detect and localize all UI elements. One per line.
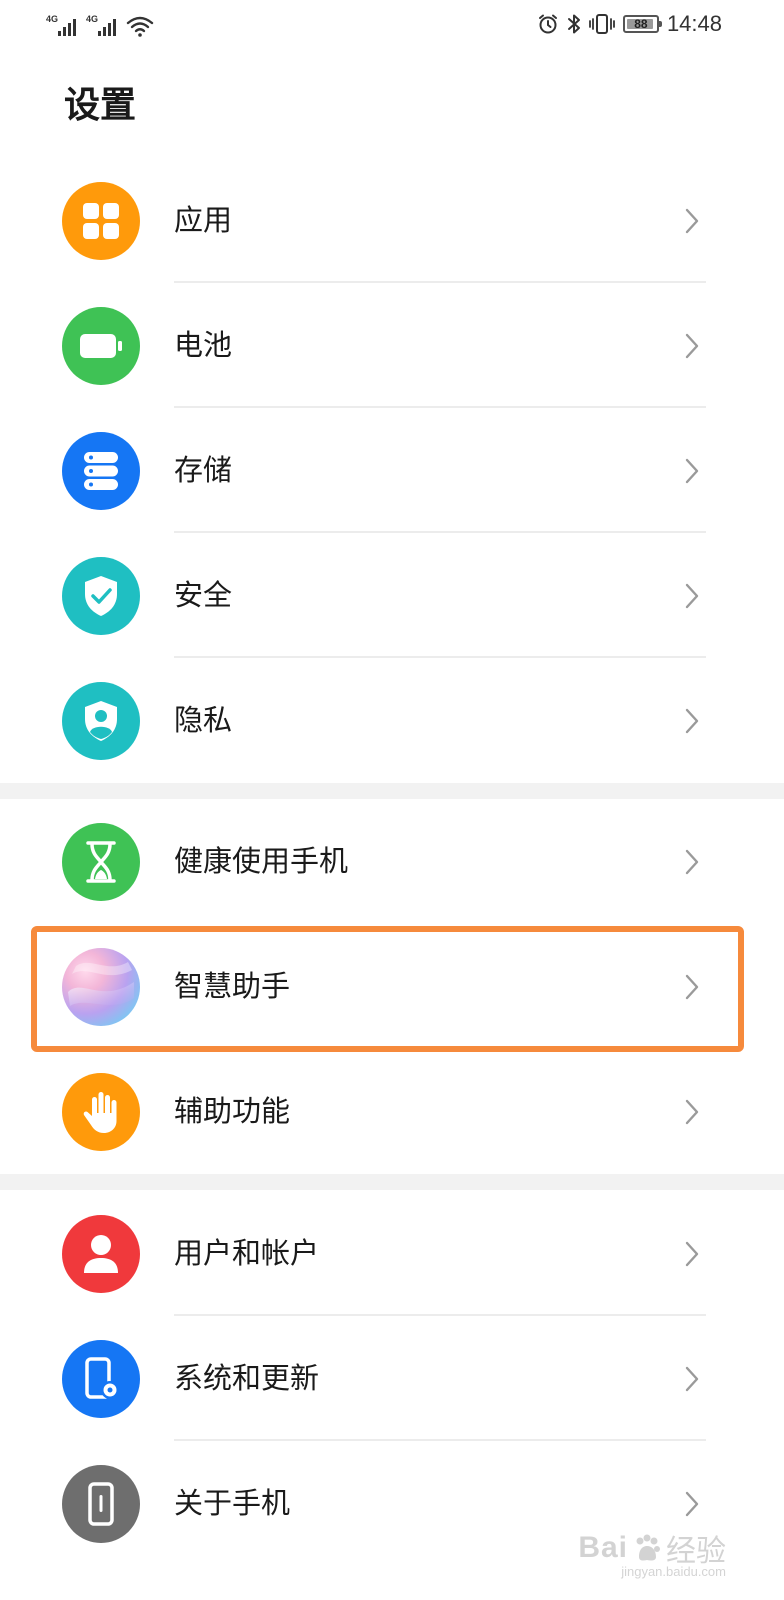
settings-item-users-accounts[interactable]: 用户和帐户: [0, 1191, 784, 1316]
chevron-right-icon: [685, 583, 699, 609]
settings-item-security[interactable]: 安全: [0, 533, 784, 658]
watermark-brand: Bai: [578, 1531, 628, 1564]
chevron-right-icon: [685, 208, 699, 234]
settings-item-system-update[interactable]: 系统和更新: [0, 1316, 784, 1441]
bluetooth-icon: [567, 14, 580, 34]
settings-item-privacy[interactable]: 隐私: [0, 658, 784, 783]
settings-item-label: 健康使用手机: [174, 844, 349, 878]
settings-item-accessibility[interactable]: 辅助功能: [0, 1049, 784, 1174]
chevron-right-icon: [685, 974, 699, 1000]
clock: 14:48: [666, 11, 722, 36]
chevron-right-icon: [685, 1491, 699, 1517]
chevron-right-icon: [685, 1366, 699, 1392]
signal-sim1-icon: 4G: [46, 14, 80, 38]
phone-settings-icon: [62, 1340, 140, 1418]
alarm-icon: [538, 14, 557, 34]
battery-percent: 88: [634, 17, 648, 31]
assistant-orb-icon: [62, 948, 140, 1026]
settings-item-label: 系统和更新: [174, 1361, 320, 1395]
settings-section-1: 应用 电池 存储 安全 隐私: [0, 158, 784, 783]
status-left: 4G 4G: [46, 10, 154, 38]
chevron-right-icon: [685, 333, 699, 359]
settings-item-label: 应用: [174, 203, 233, 237]
section-separator: [0, 783, 784, 799]
chevron-right-icon: [685, 849, 699, 875]
page-title: 设置: [64, 85, 137, 126]
settings-item-label: 智慧助手: [174, 969, 291, 1003]
settings-item-smart-assistant[interactable]: 智慧助手: [0, 924, 784, 1049]
hourglass-icon: [62, 823, 140, 901]
settings-item-label: 存储: [174, 453, 233, 487]
battery-icon: [62, 307, 140, 385]
shield-check-icon: [62, 557, 140, 635]
phone-info-icon: [62, 1465, 140, 1543]
settings-item-digital-balance[interactable]: 健康使用手机: [0, 799, 784, 924]
watermark-url: jingyan.baidu.com: [621, 1564, 726, 1579]
vibrate-icon: [589, 14, 615, 34]
user-icon: [62, 1215, 140, 1293]
settings-item-label: 电池: [174, 328, 233, 362]
settings-item-label: 用户和帐户: [174, 1236, 320, 1270]
settings-item-label: 安全: [174, 578, 233, 612]
baidu-watermark: Bai 经验 jingyan.baidu.com: [578, 1526, 726, 1579]
hand-icon: [62, 1073, 140, 1151]
settings-item-battery[interactable]: 电池: [0, 283, 784, 408]
status-bar: 4G 4G 88 14:48: [0, 0, 784, 48]
settings-item-label: 隐私: [174, 703, 233, 737]
storage-icon: [62, 432, 140, 510]
settings-item-label: 辅助功能: [174, 1094, 291, 1128]
settings-section-2: 健康使用手机 智慧助手 辅助功能: [0, 799, 784, 1174]
sim2-network-tag: 4G: [86, 14, 99, 24]
settings-item-label: 关于手机: [174, 1486, 291, 1520]
signal-sim2-icon: 4G: [86, 14, 120, 38]
settings-item-apps[interactable]: 应用: [0, 158, 784, 283]
settings-item-storage[interactable]: 存储: [0, 408, 784, 533]
chevron-right-icon: [685, 1241, 699, 1267]
privacy-shield-icon: [62, 682, 140, 760]
chevron-right-icon: [685, 1099, 699, 1125]
settings-section-3: 用户和帐户 系统和更新 关于手机: [0, 1191, 784, 1566]
battery-indicator: 88: [622, 15, 662, 33]
sim1-network-tag: 4G: [46, 14, 59, 24]
apps-grid-icon: [62, 182, 140, 260]
chevron-right-icon: [685, 458, 699, 484]
section-separator: [0, 1174, 784, 1190]
status-right: 88 14:48: [537, 8, 722, 40]
chevron-right-icon: [685, 708, 699, 734]
paw-logo-icon: [636, 1534, 660, 1561]
wifi-icon: [126, 16, 154, 37]
